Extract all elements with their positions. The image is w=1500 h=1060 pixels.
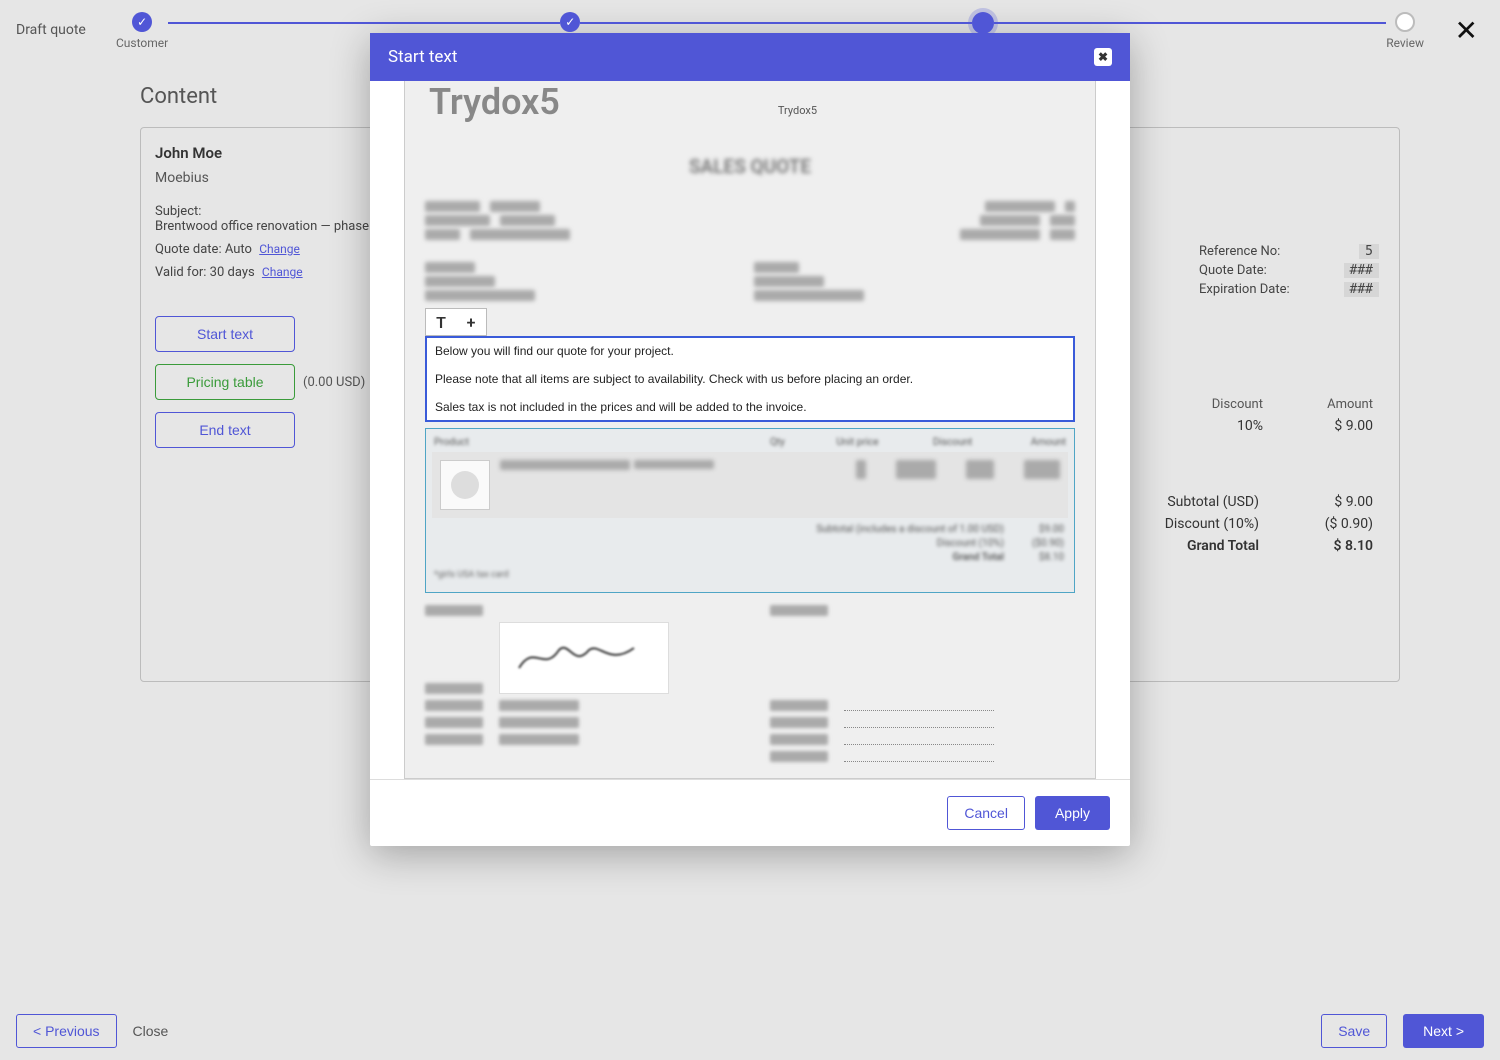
stepper-line	[168, 22, 560, 24]
dotted-line	[844, 761, 994, 762]
modal-title: Start text	[388, 47, 457, 67]
pending-step-icon	[1395, 12, 1415, 32]
start-text-editor[interactable]: Below you will find our quote for your p…	[425, 336, 1075, 422]
add-tool-icon[interactable]: +	[456, 309, 486, 335]
apply-button[interactable]: Apply	[1035, 796, 1110, 830]
stepper-line	[994, 22, 1386, 24]
dotted-line	[844, 710, 994, 711]
signature-image	[499, 622, 669, 694]
doc-title: SALES QUOTE	[425, 155, 1075, 178]
cancel-button[interactable]: Cancel	[947, 796, 1025, 830]
check-icon: ✓	[132, 12, 152, 32]
start-text-modal: Start text ✖ Trydox5 Trydox5 SALES QUOTE…	[370, 33, 1130, 846]
stepper-line	[580, 22, 972, 24]
modal-overlay: Start text ✖ Trydox5 Trydox5 SALES QUOTE…	[0, 0, 1500, 1060]
pricing-preview: ProductQtyUnit priceDiscountAmount Name …	[425, 428, 1075, 593]
modal-close-icon[interactable]: ✖	[1094, 48, 1112, 66]
doc-company-name: Trydox5	[500, 104, 1095, 117]
dotted-line	[844, 744, 994, 745]
product-thumbnail	[440, 460, 490, 510]
text-tool-icon[interactable]: T	[426, 309, 456, 335]
dotted-line	[844, 727, 994, 728]
text-toolbar: T +	[425, 308, 487, 336]
